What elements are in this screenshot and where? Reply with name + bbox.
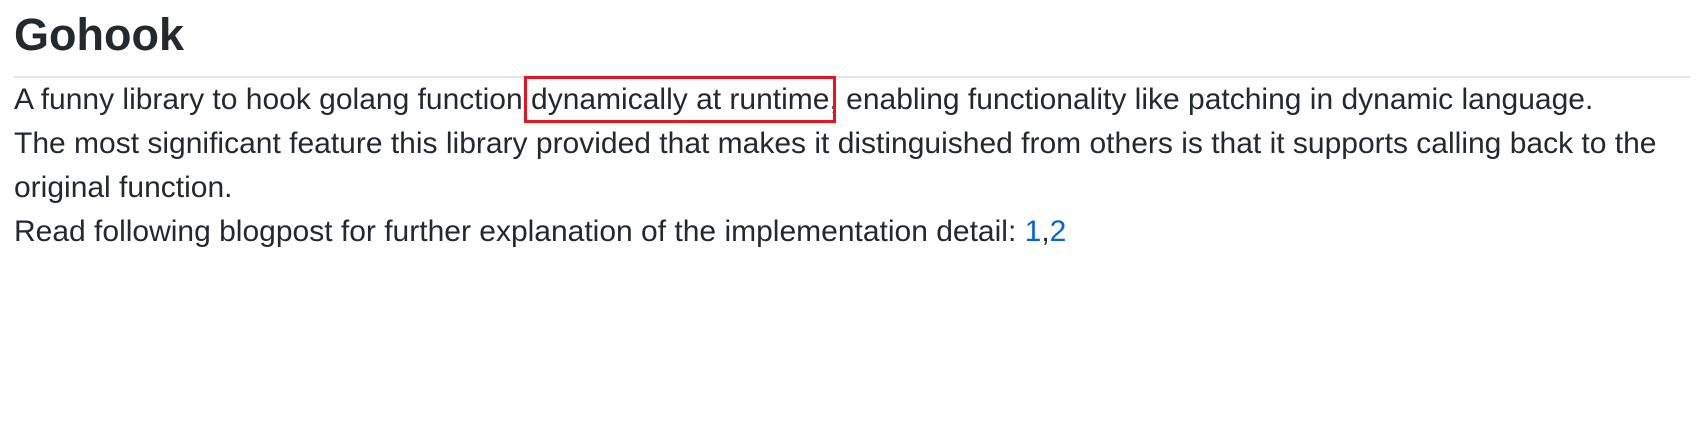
page-title: Gohook [14,9,184,60]
intro-paragraph: A funny library to hook golang function … [14,76,1690,123]
feature-paragraph: The most significant feature this librar… [14,127,1657,204]
blogpost-text: Read following blogpost for further expl… [14,215,1025,248]
blogpost-paragraph: Read following blogpost for further expl… [14,210,1690,254]
blogpost-link-2[interactable]: 2 [1050,215,1067,248]
intro-text-after: , enabling functionality like patching i… [829,83,1594,116]
blogpost-link-1[interactable]: 1 [1025,215,1042,248]
link-separator: , [1041,215,1050,248]
readme-content: Gohook A funny library to hook golang fu… [0,0,1690,254]
intro-text-before: A funny library to hook golang function [14,83,532,116]
highlighted-phrase: dynamically at runtime [524,76,837,123]
